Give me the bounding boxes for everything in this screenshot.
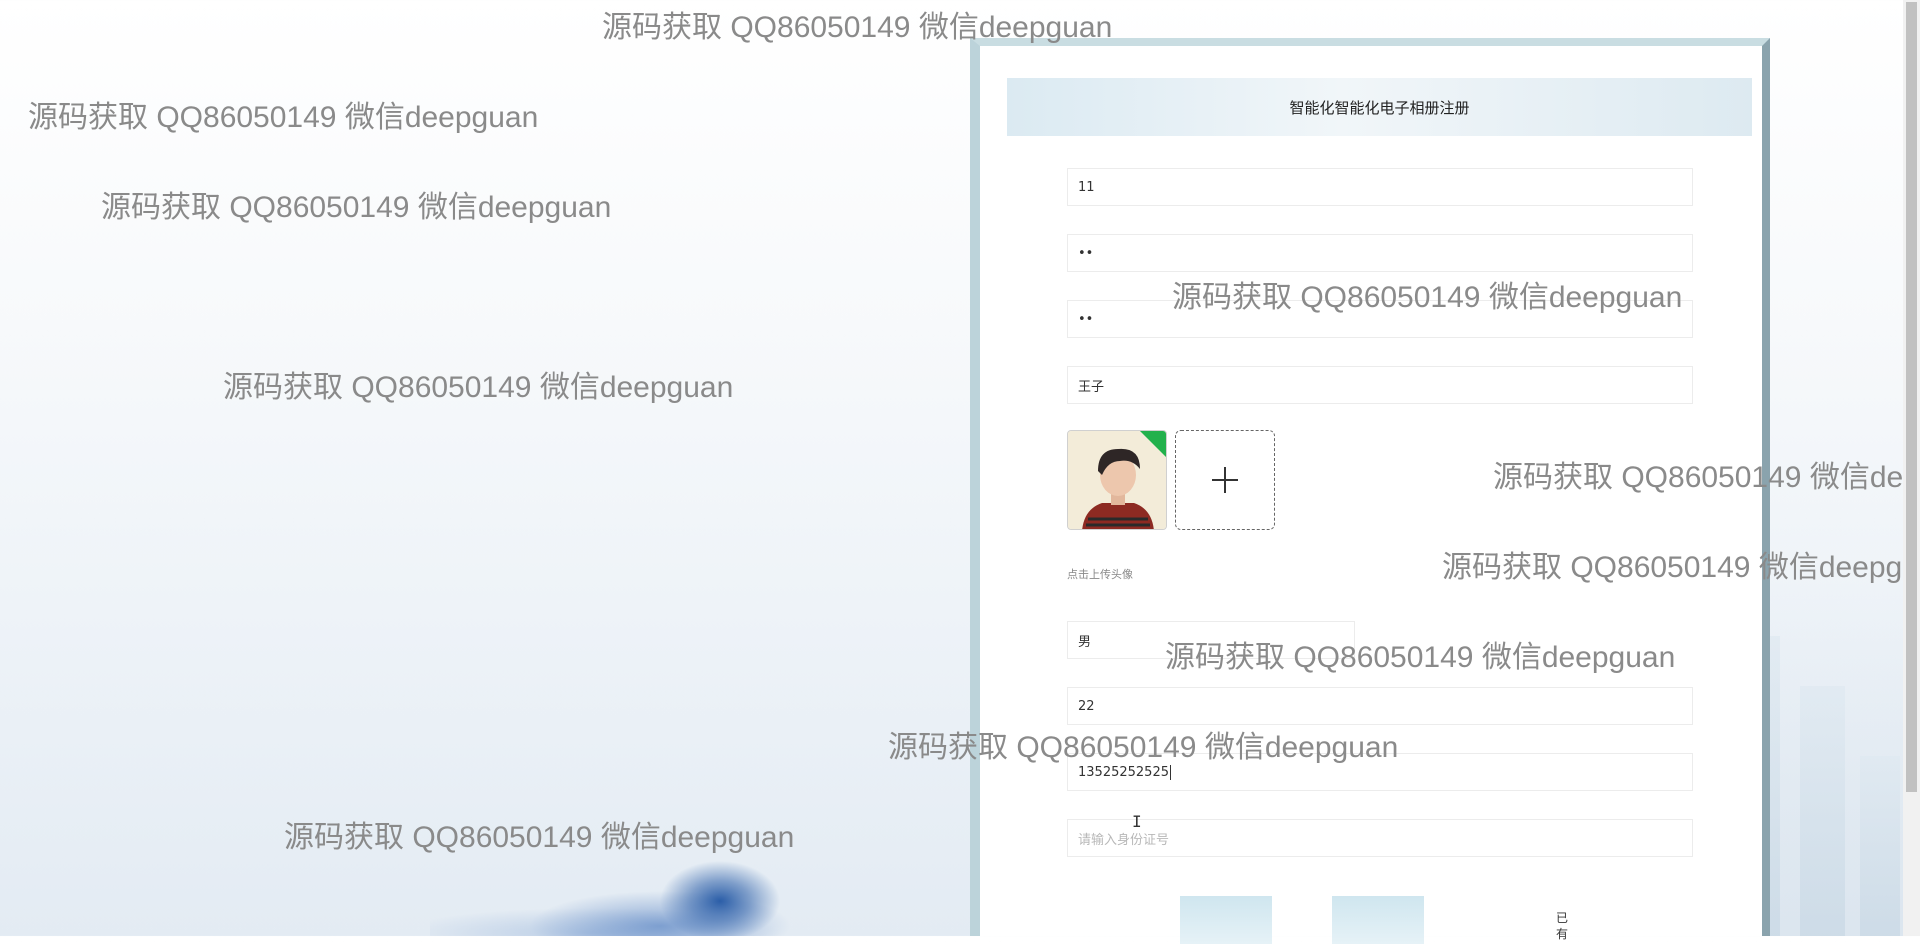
watermark: 源码获取 QQ86050149 微信deepguan <box>1493 461 1920 494</box>
id-card-placeholder: 请输入身份证号 <box>1078 832 1170 848</box>
account-value: 11 <box>1078 179 1095 195</box>
text-caret <box>1169 764 1171 780</box>
upload-avatar-button[interactable] <box>1175 430 1275 530</box>
watermark: 源码获取 QQ86050149 微信deepguan <box>28 101 539 134</box>
register-title: 智能化智能化电子相册注册 <box>1007 78 1752 136</box>
login-link[interactable]: 已有 <box>1556 910 1570 942</box>
register-button[interactable] <box>1180 896 1272 944</box>
watermark: 源码获取 QQ86050149 微信deepguan <box>284 821 795 854</box>
watermark: 源码获取 QQ86050149 微信deepguan <box>602 11 1113 44</box>
watermark: 源码获取 QQ86050149 微信deepguan <box>223 371 734 404</box>
account-input[interactable]: 11 <box>1067 168 1693 206</box>
background-building <box>1860 756 1900 936</box>
vertical-scrollbar[interactable] <box>1903 0 1920 936</box>
reset-button[interactable] <box>1332 896 1424 944</box>
id-card-input[interactable]: 请输入身份证号 <box>1067 819 1693 857</box>
age-input[interactable]: 22 <box>1067 687 1693 725</box>
scrollbar-thumb[interactable] <box>1906 2 1917 792</box>
upload-hint: 点击上传头像 <box>1067 568 1133 581</box>
text-cursor-icon: I <box>1132 812 1142 831</box>
watermark: 源码获取 QQ86050149 微信deepguan <box>1442 551 1920 584</box>
watermark: 源码获取 QQ86050149 微信deepguan <box>888 731 1399 764</box>
plus-icon <box>1212 467 1238 493</box>
name-input[interactable]: 王子 <box>1067 366 1693 404</box>
phone-value: 13525252525 <box>1078 764 1169 780</box>
confirm-password-value: •• <box>1078 311 1094 327</box>
watermark: 源码获取 QQ86050149 微信deepguan <box>101 191 612 224</box>
avatar-thumbnail[interactable] <box>1067 430 1167 530</box>
name-value: 王子 <box>1078 379 1105 395</box>
password-input[interactable]: •• <box>1067 234 1693 272</box>
background-building <box>1800 686 1845 936</box>
age-value: 22 <box>1078 698 1095 714</box>
check-badge-icon <box>1140 431 1166 457</box>
watermark: 源码获取 QQ86050149 微信deepguan <box>1172 281 1683 314</box>
password-value: •• <box>1078 245 1094 261</box>
gender-value: 男 <box>1078 634 1092 650</box>
watermark: 源码获取 QQ86050149 微信deepguan <box>1165 641 1676 674</box>
